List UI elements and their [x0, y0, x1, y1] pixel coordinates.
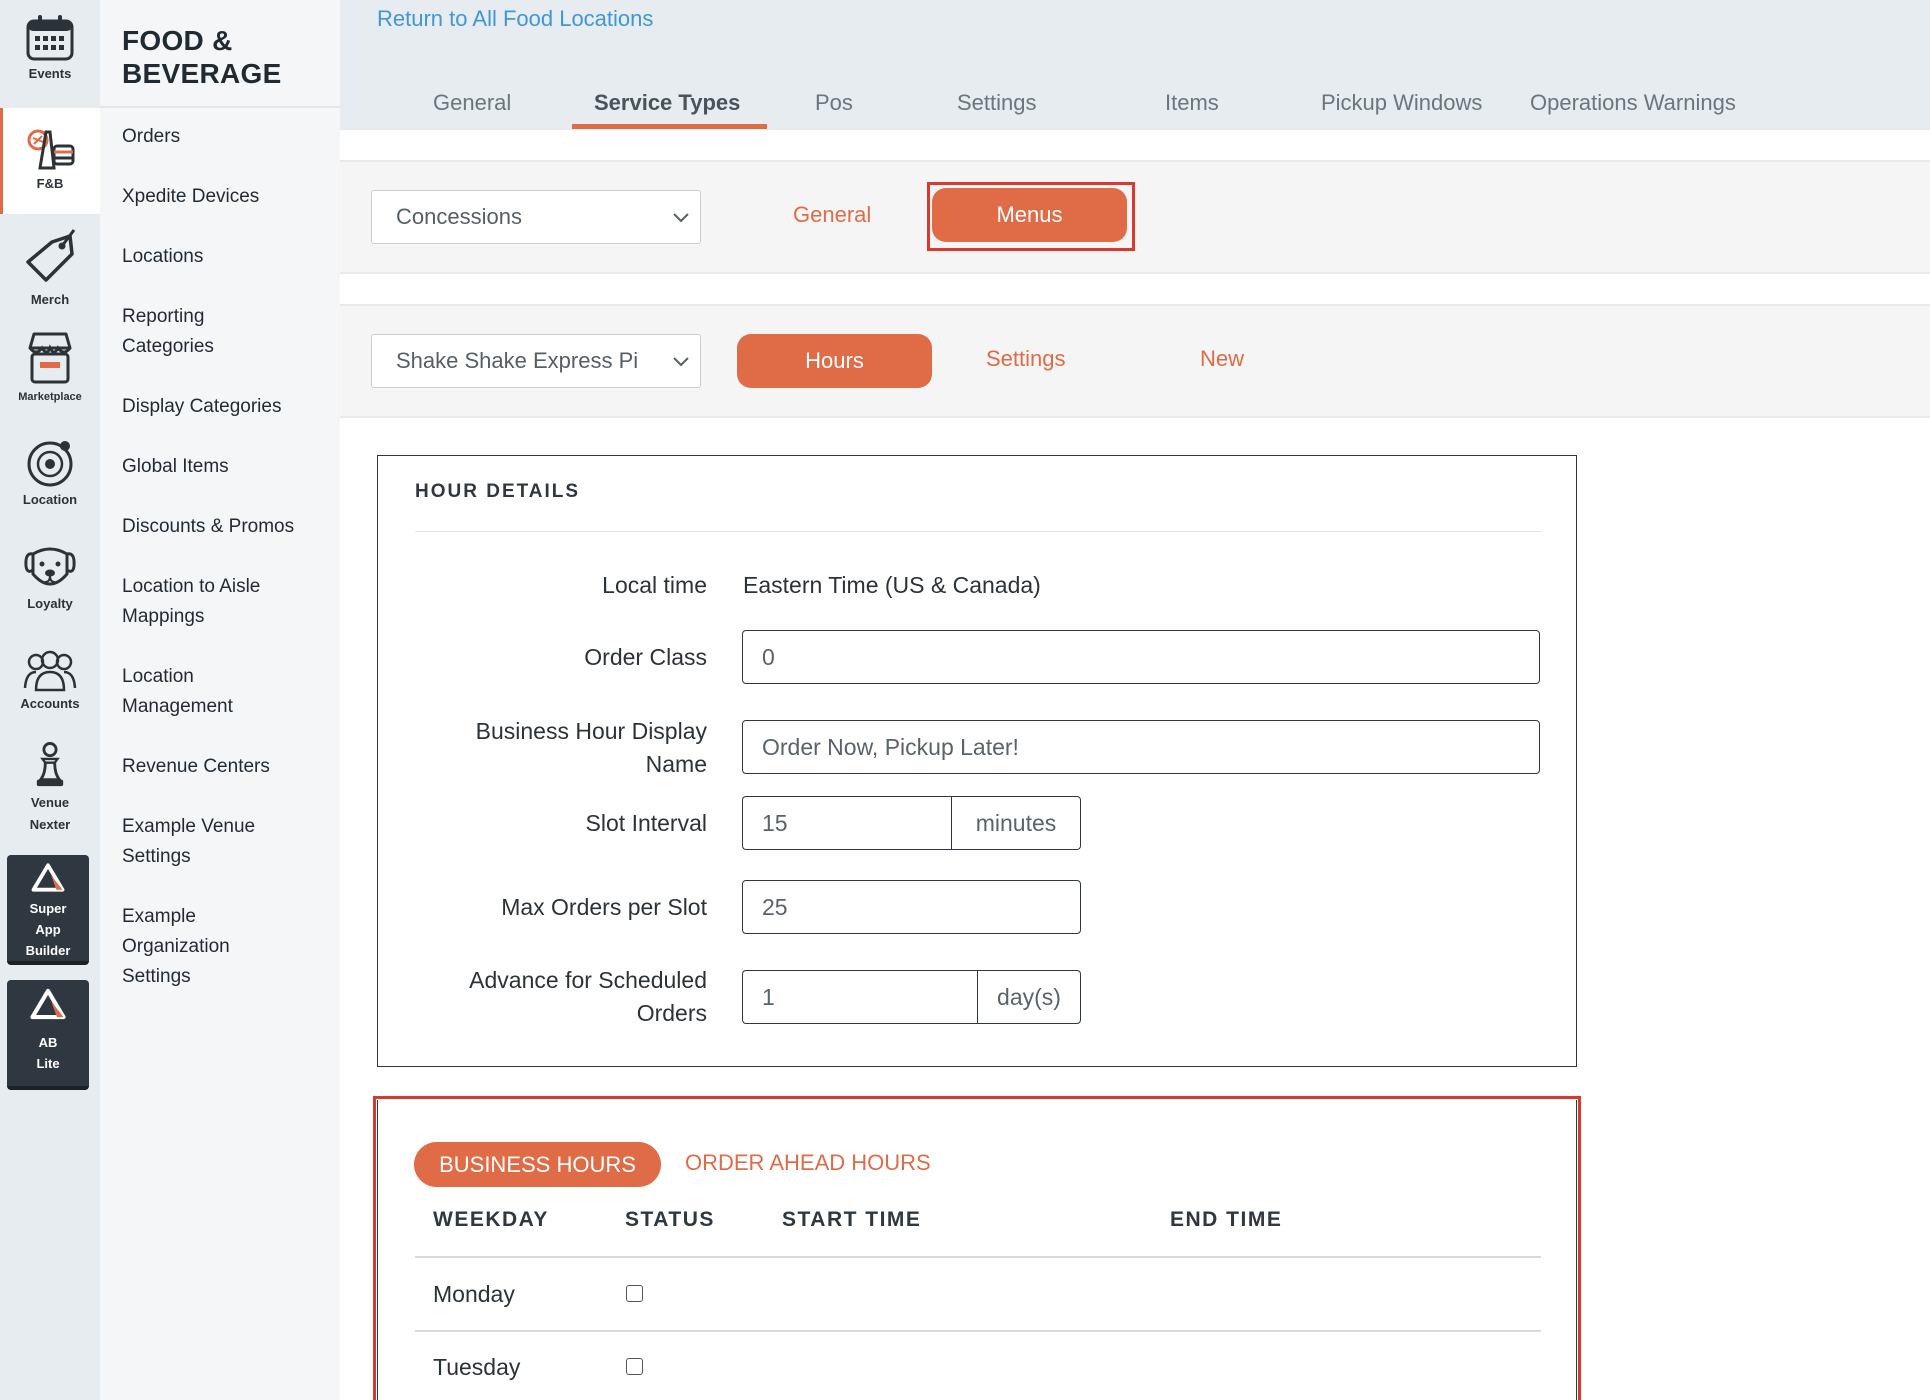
price-tag-icon [26, 229, 76, 282]
rail-events[interactable]: Events [0, 14, 100, 94]
service-general-button[interactable]: General [793, 202, 871, 228]
order-class-label: Order Class [584, 644, 707, 670]
advance-input[interactable]: 1 [742, 970, 978, 1024]
order-class-input[interactable]: 0 [742, 630, 1540, 684]
hours-button[interactable]: Hours [737, 334, 932, 388]
monday-status-checkbox[interactable] [626, 1285, 643, 1302]
rail-marketplace[interactable]: Marketplace [0, 330, 100, 406]
chess-pawn-icon [36, 742, 64, 787]
rail-loyalty-label: Loyalty [27, 596, 73, 611]
tab-operations-warnings[interactable]: Operations Warnings [1530, 90, 1736, 116]
rail-ab-label-2: Lite [36, 1056, 60, 1071]
column-status: STATUS [625, 1208, 715, 1231]
chevron-down-icon [673, 213, 689, 223]
rail-super-label-2: App [35, 922, 61, 937]
sidebar-link-example-venue-settings[interactable]: Example Venue Settings [122, 812, 282, 872]
max-orders-label: Max Orders per Slot [501, 894, 707, 920]
tab-general[interactable]: General [433, 90, 511, 116]
menu-select-value: Shake Shake Express Pi [396, 348, 639, 373]
menu-select[interactable]: Shake Shake Express Pi [371, 334, 701, 388]
active-tab-indicator [572, 124, 767, 129]
sidebar-link-revenue-centers[interactable]: Revenue Centers [122, 752, 337, 782]
storefront-icon [28, 332, 72, 384]
tab-service-types[interactable]: Service Types [594, 90, 740, 116]
rail-merch-label: Merch [30, 292, 70, 307]
calendar-icon [26, 15, 74, 61]
local-time-value: Eastern Time (US & Canada) [743, 572, 1041, 598]
display-name-label: Business Hour Display Name [475, 718, 707, 777]
rail-loyalty[interactable]: Loyalty [0, 546, 100, 616]
rail-accounts[interactable]: Accounts [0, 650, 100, 722]
tab-settings[interactable]: Settings [957, 90, 1037, 116]
rail-fnb-label: F&B [36, 176, 64, 191]
sidebar-link-location-aisle-mappings[interactable]: Location to Aisle Mappings [122, 572, 302, 632]
rail-super-label-3: Builder [25, 943, 71, 958]
rail-fnb[interactable]: F&B [0, 108, 100, 214]
tab-items[interactable]: Items [1165, 90, 1219, 116]
rail-super-label-1: Super [29, 901, 67, 916]
display-name-input[interactable]: Order Now, Pickup Later! [742, 720, 1540, 774]
table-row-day: Monday [433, 1281, 515, 1307]
column-weekday: WEEKDAY [433, 1208, 549, 1231]
advance-unit: day(s) [977, 970, 1081, 1024]
app-rail: Events F&B Merch Marketplace Location Lo… [0, 0, 100, 1400]
table-header-divider [415, 1256, 1541, 1258]
menu-settings-button[interactable]: Settings [986, 346, 1066, 372]
sidebar-link-xpedite-devices[interactable]: Xpedite Devices [122, 182, 337, 212]
rail-location-label: Location [22, 492, 78, 507]
sidebar-link-reporting-categories[interactable]: Reporting Categories [122, 302, 272, 362]
card-divider [415, 531, 1541, 532]
target-location-icon [27, 441, 73, 487]
triangle-logo-icon [30, 988, 66, 1020]
return-to-locations-link[interactable]: Return to All Food Locations [377, 6, 653, 32]
column-end-time: END TIME [1170, 1208, 1283, 1231]
rail-location[interactable]: Location [0, 436, 100, 510]
rail-ab-label-1: AB [38, 1035, 58, 1050]
dog-face-icon [24, 547, 76, 586]
order-ahead-hours-tab[interactable]: ORDER AHEAD HOURS [685, 1150, 931, 1176]
chevron-down-icon [673, 357, 689, 367]
sidebar-link-example-organization-settings[interactable]: Example Organization Settings [122, 902, 272, 992]
slot-interval-unit: minutes [951, 796, 1081, 850]
rail-super-app-builder[interactable]: Super App Builder [7, 855, 89, 965]
rail-merch[interactable]: Merch [0, 228, 100, 308]
people-group-icon [23, 650, 77, 692]
rail-venue-nexter-label-2: Nexter [29, 817, 71, 832]
rail-marketplace-label: Marketplace [18, 391, 82, 403]
column-start-time: START TIME [782, 1208, 922, 1231]
food-beverage-icon [27, 129, 75, 170]
sidebar-link-orders[interactable]: Orders [122, 122, 337, 152]
rail-venue-nexter[interactable]: Venue Nexter [0, 742, 100, 836]
service-type-select[interactable]: Concessions [371, 190, 701, 244]
tuesday-status-checkbox[interactable] [626, 1358, 643, 1375]
local-time-label: Local time [602, 572, 707, 598]
menus-button[interactable]: Menus [932, 188, 1127, 242]
max-orders-input[interactable]: 25 [742, 880, 1081, 934]
slot-interval-input[interactable]: 15 [742, 796, 952, 850]
tab-pos[interactable]: Pos [815, 90, 853, 116]
slot-interval-label: Slot Interval [585, 810, 707, 836]
business-hours-tab[interactable]: BUSINESS HOURS [414, 1142, 661, 1187]
rail-accounts-label: Accounts [20, 696, 80, 711]
sidebar-link-locations[interactable]: Locations [122, 242, 337, 272]
sidebar-link-discounts-promos[interactable]: Discounts & Promos [122, 512, 337, 542]
rail-venue-nexter-label-1: Venue [30, 795, 70, 810]
new-menu-button[interactable]: New [1200, 346, 1244, 372]
table-row-divider [415, 1330, 1541, 1332]
advance-label: Advance for Scheduled Orders [469, 967, 707, 1026]
triangle-logo-icon [31, 863, 65, 892]
sidebar-divider [100, 106, 340, 108]
hour-details-title: HOUR DETAILS [415, 481, 581, 502]
tab-pickup-windows[interactable]: Pickup Windows [1321, 90, 1482, 116]
rail-ab-lite[interactable]: AB Lite [7, 980, 89, 1090]
rail-events-label: Events [28, 66, 72, 81]
table-row-day: Tuesday [433, 1354, 521, 1380]
fnb-sidebar: FOOD & BEVERAGE Orders Xpedite Devices L… [100, 0, 340, 1400]
sidebar-link-location-management[interactable]: Location Management [122, 662, 272, 722]
sidebar-link-display-categories[interactable]: Display Categories [122, 392, 337, 422]
sidebar-title: FOOD & BEVERAGE [122, 25, 282, 89]
sidebar-link-global-items[interactable]: Global Items [122, 452, 337, 482]
service-type-select-value: Concessions [396, 204, 522, 229]
